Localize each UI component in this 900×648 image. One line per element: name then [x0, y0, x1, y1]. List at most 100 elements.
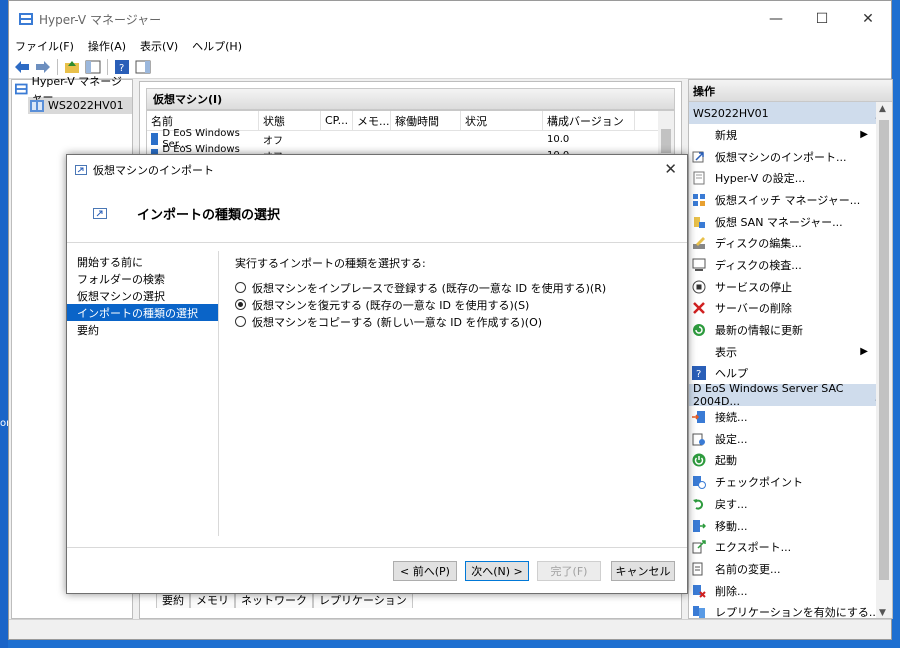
blank-icon — [691, 127, 707, 143]
switch-icon — [691, 192, 707, 208]
cancel-button[interactable]: キャンセル — [611, 561, 675, 581]
dialog-header: インポートの種類の選択 — [67, 185, 687, 243]
wizard-step-current[interactable]: インポートの種類の選択 — [67, 304, 218, 321]
col-cpu[interactable]: CP... — [321, 111, 353, 130]
actions-group-server[interactable]: WS2022HV01 ▲ — [689, 102, 892, 124]
back-arrow-icon[interactable] — [13, 58, 31, 76]
col-uptime[interactable]: 稼働時間 — [391, 111, 461, 130]
import-vm-dialog: 仮想マシンのインポート ✕ インポートの種類の選択 開始する前に フォルダーの検… — [66, 154, 688, 594]
col-status[interactable]: 状況 — [461, 111, 543, 130]
refresh-icon — [691, 322, 707, 338]
col-state[interactable]: 状態 — [259, 111, 321, 130]
action-item[interactable]: 仮想スイッチ マネージャー... — [689, 189, 892, 211]
title-bar[interactable]: Hyper-V マネージャー — ☐ ✕ — [9, 1, 891, 37]
import-icon — [691, 149, 707, 165]
replication-icon — [691, 604, 707, 618]
hyperv-app-icon — [19, 13, 33, 25]
menu-help[interactable]: ヘルプ(H) — [192, 38, 242, 54]
dialog-close-button[interactable]: ✕ — [664, 160, 677, 178]
wizard-step[interactable]: 仮想マシンの選択 — [67, 287, 218, 304]
action-item[interactable]: サーバーの削除 — [689, 298, 892, 320]
action-item[interactable]: 仮想 SAN マネージャー... — [689, 211, 892, 233]
wizard-steps: 開始する前に フォルダーの検索 仮想マシンの選択 インポートの種類の選択 要約 — [67, 251, 219, 536]
action-item[interactable]: サービスの停止 — [689, 276, 892, 298]
actions-title: 操作 — [689, 80, 892, 102]
tree-server[interactable]: WS2022HV01 — [28, 97, 132, 114]
action-item[interactable]: 設定... — [689, 428, 892, 450]
action-label: 最新の情報に更新 — [715, 324, 803, 338]
tree-server-label: WS2022HV01 — [48, 99, 124, 112]
action-label: ディスクの編集... — [715, 237, 802, 251]
action-item[interactable]: 移動... — [689, 515, 892, 537]
action-item[interactable]: 表示 ▶ — [689, 341, 892, 363]
show-action-pane-icon[interactable] — [134, 58, 152, 76]
maximize-button[interactable]: ☐ — [799, 1, 845, 37]
action-label: 仮想スイッチ マネージャー... — [715, 193, 861, 207]
scroll-thumb[interactable] — [879, 120, 889, 580]
import-icon — [75, 165, 87, 175]
actions-scrollbar[interactable]: ▲ ▼ — [876, 102, 892, 618]
menu-action[interactable]: 操作(A) — [88, 38, 126, 54]
radio-button-selected[interactable] — [235, 299, 246, 310]
menu-file[interactable]: ファイル(F) — [15, 38, 74, 54]
tree-root[interactable]: Hyper-V マネージャー — [12, 75, 132, 104]
action-label: 新規 — [715, 128, 737, 142]
wizard-step[interactable]: 開始する前に — [67, 253, 218, 270]
menu-view[interactable]: 表示(V) — [140, 38, 178, 54]
disk-edit-icon — [691, 235, 707, 251]
option-restore[interactable]: 仮想マシンを復元する (既存の一意な ID を使用する)(S) — [235, 296, 675, 313]
option-label: 仮想マシンをインプレースで登録する (既存の一意な ID を使用する)(R) — [252, 281, 607, 295]
window-title: Hyper-V マネージャー — [39, 12, 162, 27]
checkpoint-icon — [691, 474, 707, 490]
action-item[interactable]: 接続... — [689, 406, 892, 428]
svg-text:?: ? — [696, 369, 701, 380]
actions-group-vm[interactable]: D EoS Windows Server SAC 2004D...▲ — [689, 382, 892, 409]
col-memory[interactable]: メモ... — [353, 111, 391, 130]
group-label: D EoS Windows Server SAC 2004D... — [693, 382, 844, 409]
wizard-step[interactable]: 要約 — [67, 321, 218, 338]
action-item[interactable]: ? ヘルプ — [689, 363, 892, 385]
action-item[interactable]: Hyper-V の設定... — [689, 167, 892, 189]
action-label: 表示 — [715, 345, 737, 359]
toolbar: ? — [9, 55, 891, 79]
scroll-up-icon[interactable]: ▲ — [879, 104, 886, 114]
action-label: 設定... — [715, 432, 748, 446]
connect-icon — [691, 409, 707, 425]
action-item[interactable]: ディスクの検査... — [689, 254, 892, 276]
option-copy[interactable]: 仮想マシンをコピーする (新しい一意な ID を作成する)(O) — [235, 313, 675, 330]
action-label: Hyper-V の設定... — [715, 172, 806, 186]
action-item[interactable]: ディスクの編集... — [689, 232, 892, 254]
action-item[interactable]: エクスポート... — [689, 536, 892, 558]
action-item[interactable]: 削除... — [689, 580, 892, 602]
back-button[interactable]: < 前へ(P) — [393, 561, 457, 581]
settings-page-icon — [691, 170, 707, 186]
desktop-edge: or — [0, 0, 10, 648]
option-register-inplace[interactable]: 仮想マシンをインプレースで登録する (既存の一意な ID を使用する)(R) — [235, 279, 675, 296]
scroll-down-icon[interactable]: ▼ — [879, 608, 886, 618]
submenu-arrow-icon: ▶ — [860, 129, 868, 141]
action-label: サーバーの削除 — [715, 302, 792, 316]
action-item[interactable]: レプリケーションを有効にする... — [689, 601, 892, 618]
close-button[interactable]: ✕ — [845, 1, 891, 37]
san-icon — [691, 214, 707, 230]
finish-button[interactable]: 完了(F) — [537, 561, 601, 581]
import-type-prompt: 実行するインポートの種類を選択する: — [235, 257, 426, 270]
action-item[interactable]: 仮想マシンのインポート... — [689, 146, 892, 168]
delete-icon — [691, 583, 707, 599]
action-label: チェックポイント — [715, 476, 803, 490]
radio-button[interactable] — [235, 282, 246, 293]
wizard-step[interactable]: フォルダーの検索 — [67, 270, 218, 287]
dialog-title-bar[interactable]: 仮想マシンのインポート ✕ — [67, 155, 687, 185]
action-item[interactable]: 最新の情報に更新 — [689, 319, 892, 341]
next-button[interactable]: 次へ(N) > — [465, 561, 529, 581]
col-config-version[interactable]: 構成バージョン — [543, 111, 635, 130]
action-item[interactable]: チェックポイント — [689, 471, 892, 493]
radio-button[interactable] — [235, 316, 246, 327]
action-item[interactable]: 新規 ▶ — [689, 124, 892, 146]
action-item[interactable]: 戻す... — [689, 493, 892, 515]
dialog-content: 実行するインポートの種類を選択する: 仮想マシンをインプレースで登録する (既存… — [235, 255, 675, 330]
action-item[interactable]: 起動 — [689, 450, 892, 472]
minimize-button[interactable]: — — [753, 1, 799, 37]
action-label: 削除... — [715, 584, 748, 598]
action-item[interactable]: 名前の変更... — [689, 558, 892, 580]
